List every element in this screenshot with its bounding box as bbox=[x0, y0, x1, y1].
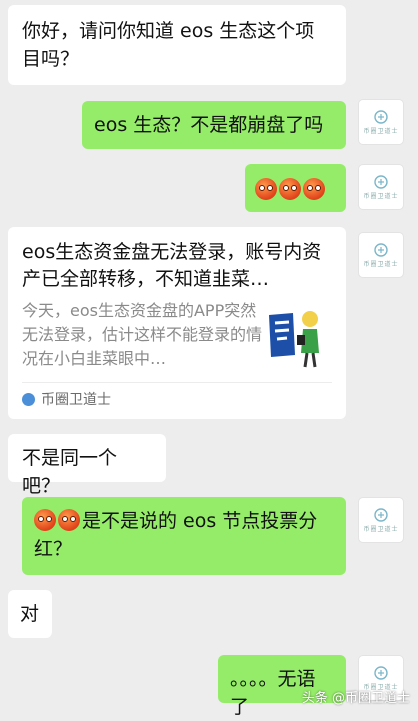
logo-icon bbox=[374, 243, 388, 257]
message-bubble[interactable]: 是不是说的 eos 节点投票分红？ bbox=[22, 497, 346, 575]
article-thumbnail bbox=[263, 305, 329, 371]
message-text: 你好，请问你知道 eos 生态这个项目吗？ bbox=[22, 20, 315, 70]
avatar-caption: 币圈卫道士 bbox=[363, 261, 399, 268]
message-bubble[interactable]: 对 bbox=[8, 590, 52, 638]
message-bubble[interactable] bbox=[245, 164, 346, 212]
card-source: 币圈卫道士 bbox=[22, 390, 111, 410]
avatar[interactable]: 币圈卫道士 bbox=[358, 164, 404, 210]
message-text: 不是同一个吧？ bbox=[22, 447, 118, 497]
avatar[interactable]: 币圈卫道士 bbox=[358, 99, 404, 145]
card-description: 今天，eos生态资金盘的APP突然无法登录，估计这样不能登录的情况在小白韭菜眼中… bbox=[22, 301, 263, 368]
angry-face-icon bbox=[34, 509, 56, 531]
watermark: 头条 @币圈卫道士 bbox=[301, 691, 410, 706]
angry-face-icon bbox=[303, 178, 325, 200]
angry-face-icon bbox=[58, 509, 80, 531]
avatar-caption: 币圈卫道士 bbox=[363, 193, 399, 200]
angry-face-icon bbox=[255, 178, 277, 200]
avatar-caption: 币圈卫道士 bbox=[363, 128, 399, 135]
message-text: eos 生态？不是都崩盘了吗 bbox=[94, 114, 324, 136]
logo-icon bbox=[374, 175, 388, 189]
message-bubble[interactable]: 你好，请问你知道 eos 生态这个项目吗？ bbox=[8, 5, 346, 85]
link-card[interactable]: eos生态资金盘无法登录，账号内资产已全部转移，不知道韭菜… 今天，eos生态资… bbox=[8, 227, 346, 419]
angry-face-icon bbox=[279, 178, 301, 200]
avatar[interactable]: 币圈卫道士 bbox=[358, 497, 404, 543]
avatar-caption: 币圈卫道士 bbox=[363, 526, 399, 533]
avatar[interactable]: 币圈卫道士 bbox=[358, 232, 404, 278]
message-bubble[interactable]: eos 生态？不是都崩盘了吗 bbox=[82, 101, 346, 149]
card-title: eos生态资金盘无法登录，账号内资产已全部转移，不知道韭菜… bbox=[22, 241, 322, 290]
message-bubble[interactable]: 不是同一个吧？ bbox=[8, 434, 166, 497]
message-text: 对 bbox=[20, 603, 40, 625]
logo-icon bbox=[374, 508, 388, 522]
logo-icon bbox=[374, 666, 388, 680]
card-divider bbox=[22, 382, 332, 383]
source-icon bbox=[22, 393, 35, 406]
logo-icon bbox=[374, 110, 388, 124]
source-name: 币圈卫道士 bbox=[41, 392, 111, 408]
